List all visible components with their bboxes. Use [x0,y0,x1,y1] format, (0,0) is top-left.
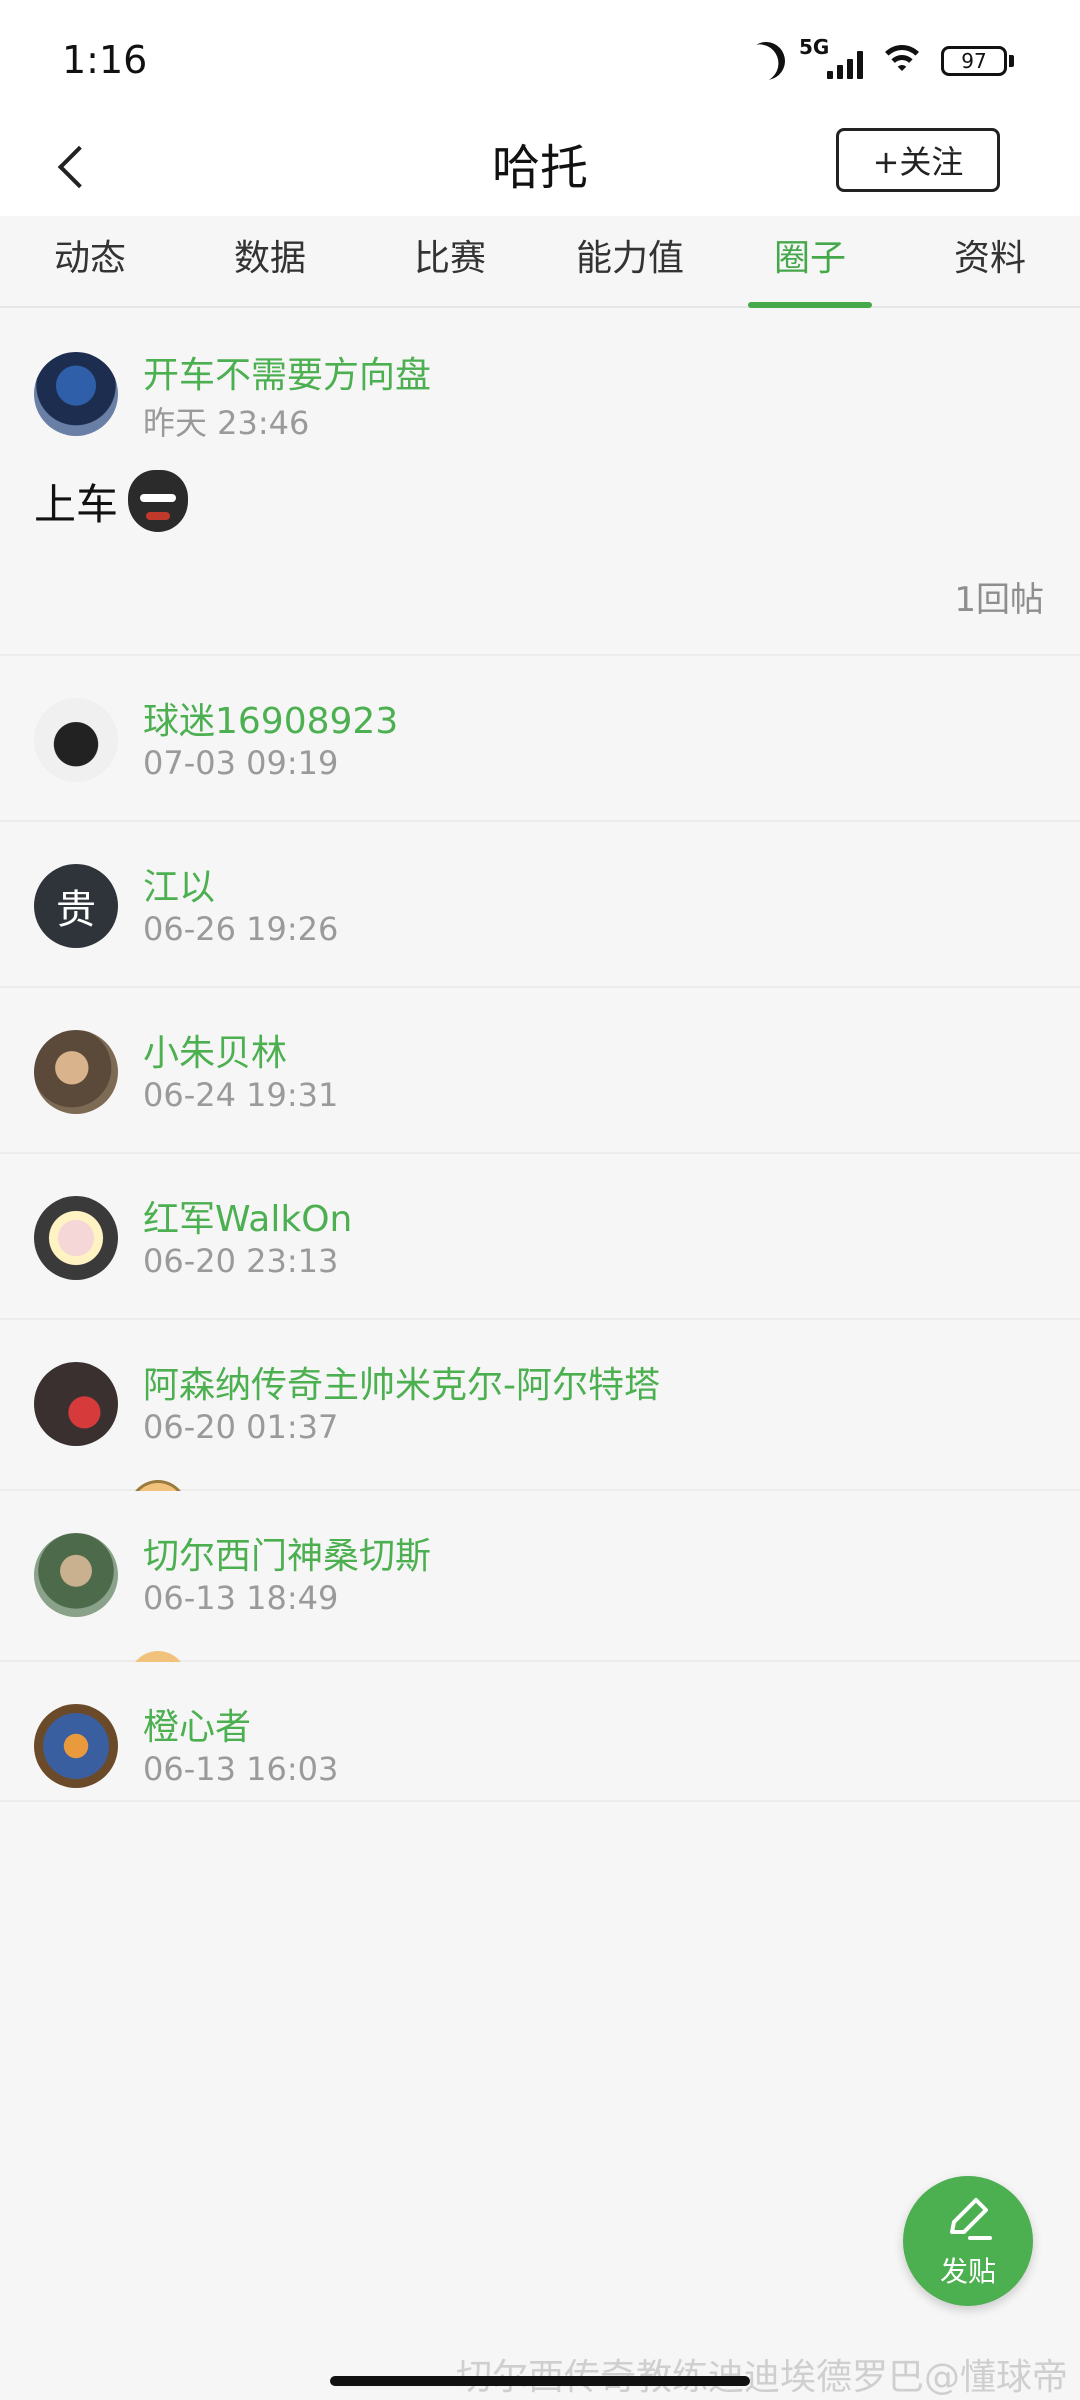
signal-icon: 5G [799,35,863,81]
pencil-icon [950,2198,992,2240]
avatar[interactable] [34,1362,118,1446]
avatar-initial: 贵 [56,887,96,933]
post-username[interactable]: 红军WalkOn [143,1190,352,1242]
post-timestamp: 昨天 23:46 [143,404,310,442]
post-item[interactable]: 小朱贝林06-24 19:31能来皇马吗 [0,988,1080,1206]
post-item[interactable]: 贵江以06-26 19:26参军 [0,822,1080,1040]
post-username[interactable]: 橙心者 [143,1698,251,1750]
tab-1[interactable]: 数据 [180,216,360,306]
tab-4[interactable]: 圈子 [720,216,900,306]
post-username[interactable]: 小朱贝林 [143,1024,287,1076]
post-timestamp: 06-13 16:03 [143,1750,339,1788]
face-emoji-icon [128,470,189,532]
post-username[interactable]: 江以 [143,858,215,910]
post-timestamp: 06-24 19:31 [143,1076,339,1114]
post-item[interactable]: 球迷1690892307-03 09:19进厂了 [0,656,1080,874]
post-timestamp: 06-26 19:26 [143,910,339,948]
avatar[interactable] [34,1533,118,1617]
tab-3[interactable]: 能力值 [540,216,720,306]
avatar[interactable] [34,1704,118,1788]
status-icons: 5G 97 [747,35,1014,84]
post-username[interactable]: 切尔西门神桑切斯 [143,1527,431,1579]
avatar[interactable] [34,1030,118,1114]
tab-5[interactable]: 资料 [900,216,1080,306]
post-content[interactable]: 上车 [34,470,189,532]
post-item[interactable]: 红军WalkOn06-20 23:13从军 [0,1154,1080,1372]
post-item[interactable]: 开车不需要方向盘昨天 23:46 上车 1回帖 [0,310,1080,656]
avatar[interactable]: 贵 [34,864,118,948]
tab-2[interactable]: 比赛 [360,216,540,306]
reply-count[interactable]: 1回帖 [954,572,1044,621]
avatar[interactable] [34,1196,118,1280]
post-item[interactable]: 切尔西门神桑切斯06-13 18:49上车 [0,1491,1080,1713]
post-text: 上车 [34,479,119,529]
avatar[interactable] [34,352,118,436]
top-app-bar: 哈托 +关注 [0,120,1080,216]
new-post-label: 发贴 [939,2255,996,2288]
do-not-disturb-icon [742,37,791,86]
back-arrow-icon[interactable] [50,142,100,192]
post-timestamp: 07-03 09:19 [143,744,339,782]
follow-button[interactable]: +关注 [836,128,1000,192]
battery-level: 97 [941,46,1007,76]
tab-0[interactable]: 动态 [0,216,180,306]
post-feed: 开车不需要方向盘昨天 23:46 上车 1回帖球迷16908923 07-03 09:… [0,310,1080,1802]
home-indicator[interactable] [330,2376,750,2386]
avatar[interactable] [34,698,118,782]
post-username[interactable]: 开车不需要方向盘 [143,346,431,398]
network-type: 5G [799,35,830,59]
wifi-icon [877,41,927,81]
status-time: 1:16 [62,38,148,82]
post-timestamp: 06-20 23:13 [143,1242,339,1280]
post-timestamp: 06-20 01:37 [143,1408,339,1446]
watermark: 切尔西传奇教练迪迪埃德罗巴@懂球帝 [455,2357,1068,2398]
new-post-button[interactable]: 发贴 [903,2176,1033,2306]
tab-bar: 动态 数据 比赛 能力值 圈子 资料 [0,216,1080,308]
post-item[interactable]: 阿森纳传奇主帅米克尔-阿尔特塔06-20 01:37进厂 [0,1320,1080,1542]
post-username[interactable]: 阿森纳传奇主帅米克尔-阿尔特塔 [143,1356,660,1408]
status-bar: 1:16 5G 97 [0,0,1080,120]
battery-icon: 97 [941,46,1014,76]
post-item[interactable]: 橙心者 06-13 16:03 [0,1662,1080,1802]
post-timestamp: 06-13 18:49 [143,1579,339,1617]
post-username[interactable]: 球迷16908923 [143,692,398,744]
